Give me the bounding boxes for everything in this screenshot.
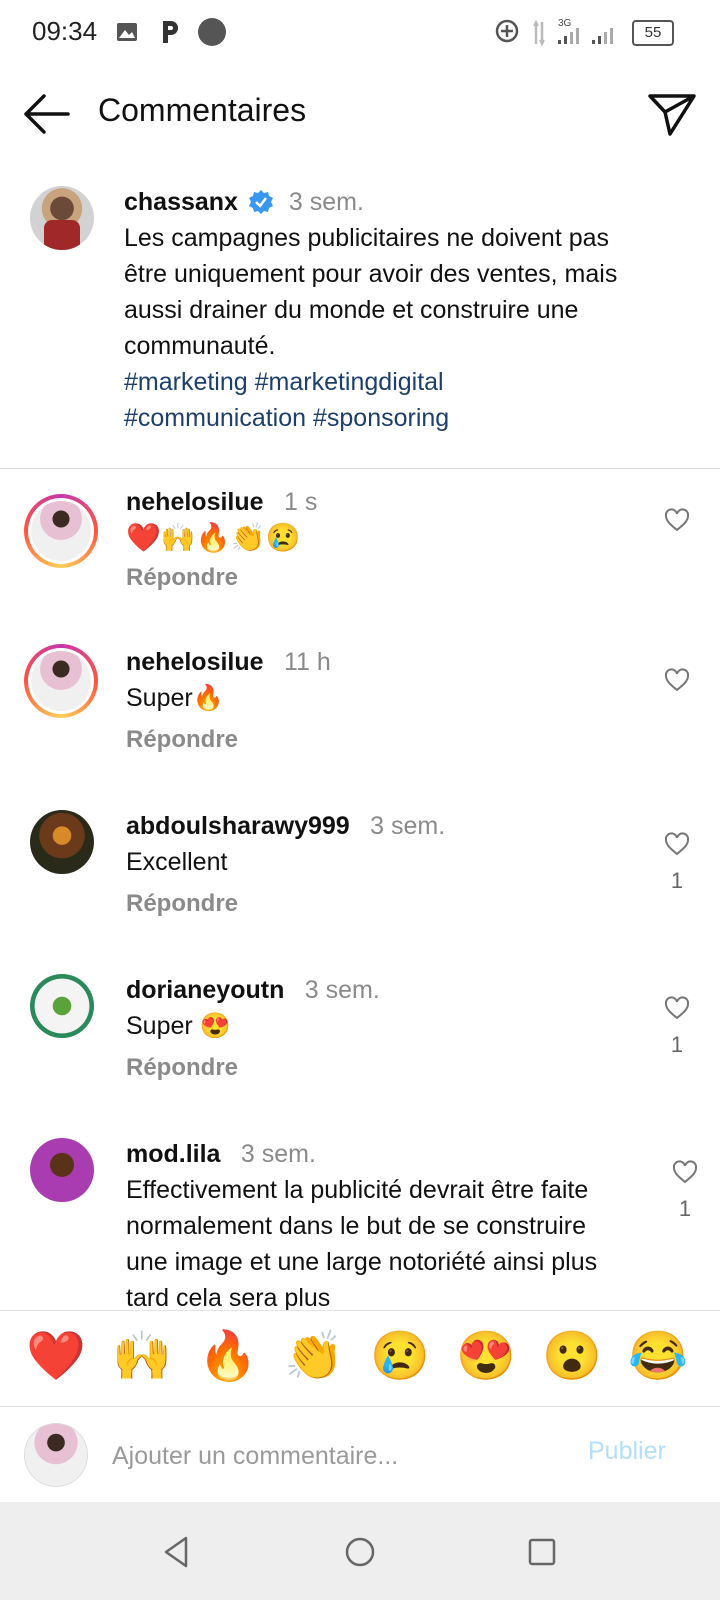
avatar[interactable] (30, 810, 94, 874)
comment-item: nehelosilue 11 h Super🔥 Répondre (0, 634, 720, 798)
caption-username[interactable]: chassanx (124, 188, 238, 216)
emoji-clapping[interactable]: 👏 (280, 1327, 348, 1387)
comment-time: 1 s (284, 488, 318, 516)
comment-item: mod.lila 3 sem. Effectivement la publici… (0, 1126, 720, 1310)
comment-list[interactable]: nehelosilue 1 s ❤️🙌🔥👏😢 Répondre nehelosi… (0, 470, 720, 1310)
caption-header: chassanx 3 sem. (124, 184, 364, 220)
story-ring[interactable] (24, 494, 98, 568)
emoji-raised-hands[interactable]: 🙌 (108, 1327, 176, 1387)
avatar-jacket (44, 220, 80, 250)
page-title: Commentaires (98, 92, 307, 128)
comment-header: nehelosilue 1 s (126, 484, 317, 524)
emoji-laughing[interactable]: 😂 (624, 1327, 692, 1387)
verified-badge-icon (249, 190, 274, 214)
comment-time: 11 h (284, 648, 331, 676)
like-count[interactable]: 1 (675, 1196, 695, 1222)
reply-button[interactable]: Répondre (126, 726, 238, 754)
send-direct-icon[interactable] (646, 90, 698, 138)
emoji-heart[interactable]: ❤️ (22, 1327, 90, 1387)
emoji-quick-bar: ❤️ 🙌 🔥 👏 😢 😍 😮 😂 (0, 1310, 720, 1407)
nav-home-icon[interactable] (340, 1532, 380, 1572)
parking-notification-icon (163, 21, 178, 43)
comment-text: ❤️🙌🔥👏😢 (126, 522, 301, 553)
emoji-surprised[interactable]: 😮 (538, 1327, 606, 1387)
publish-button[interactable]: Publier (588, 1437, 666, 1466)
divider (0, 468, 720, 469)
comment-text: Super🔥 (126, 684, 224, 712)
network-type: 3G (558, 18, 572, 29)
top-app-bar: Commentaires (0, 70, 720, 160)
signal-icon: 3G (533, 18, 613, 47)
like-heart-icon[interactable] (664, 508, 690, 532)
reply-button[interactable]: Répondre (126, 890, 238, 918)
comment-username[interactable]: mod.lila (126, 1140, 220, 1168)
dot-notification-icon (198, 18, 226, 46)
comment-time: 3 sem. (370, 812, 446, 840)
comment-username[interactable]: nehelosilue (126, 488, 264, 516)
gallery-notification-icon (117, 23, 137, 41)
avatar (31, 651, 91, 711)
status-bar: 09:34 3G 55 (0, 0, 720, 66)
comment-header: dorianeyoutn 3 sem. (126, 972, 380, 1012)
avatar (24, 1423, 88, 1487)
comment-input[interactable] (110, 1433, 544, 1479)
comment-item: abdoulsharawy999 3 sem. Excellent Répond… (0, 798, 720, 962)
story-ring[interactable] (24, 644, 98, 718)
comment-text: Effectivement la publicité devrait être … (126, 1176, 598, 1310)
comment-item: dorianeyoutn 3 sem. Super 😍 Répondre 1 (0, 962, 720, 1126)
nav-back-icon[interactable] (158, 1532, 198, 1572)
avatar[interactable] (30, 974, 94, 1038)
caption-body: Les campagnes publicitaires ne doivent p… (124, 220, 624, 436)
like-heart-icon[interactable] (664, 996, 690, 1020)
data-saver-icon (495, 19, 519, 43)
comment-username[interactable]: nehelosilue (126, 648, 264, 676)
emoji-heart-eyes[interactable]: 😍 (452, 1327, 520, 1387)
comment-username[interactable]: dorianeyoutn (126, 976, 284, 1004)
avatar[interactable] (30, 1138, 94, 1202)
like-heart-icon[interactable] (672, 1160, 698, 1184)
post-caption: chassanx 3 sem. Les campagnes publicitai… (0, 170, 720, 468)
like-heart-icon[interactable] (664, 832, 690, 856)
caption-text: Les campagnes publicitaires ne doivent p… (124, 224, 618, 360)
comment-text: Excellent (126, 848, 228, 876)
comment-username[interactable]: abdoulsharawy999 (126, 812, 350, 840)
comment-text: Super 😍 (126, 1012, 231, 1040)
battery-icon: 55 (632, 20, 674, 46)
story-ring-inner (28, 498, 94, 564)
emoji-crying[interactable]: 😢 (366, 1327, 434, 1387)
status-time: 09:34 (32, 16, 98, 46)
like-count[interactable]: 1 (667, 868, 687, 894)
reply-button[interactable]: Répondre (126, 564, 238, 592)
back-arrow-icon[interactable] (22, 90, 74, 138)
reply-button[interactable]: Répondre (126, 1054, 238, 1082)
caption-time: 3 sem. (288, 188, 364, 216)
comment-time: 3 sem. (304, 976, 380, 1004)
comment-time: 3 sem. (240, 1140, 316, 1168)
caption-hashtags-line2[interactable]: #communication #sponsoring (124, 400, 624, 436)
story-ring-inner (28, 648, 94, 714)
avatar[interactable] (30, 186, 94, 250)
avatar (31, 501, 91, 561)
caption-hashtags-line1[interactable]: #marketing #marketingdigital (124, 364, 624, 400)
like-count[interactable]: 1 (667, 1032, 687, 1058)
like-heart-icon[interactable] (664, 668, 690, 692)
comment-composer: Publier (0, 1406, 720, 1503)
nav-recents-icon[interactable] (522, 1532, 562, 1572)
comment-header: abdoulsharawy999 3 sem. (126, 808, 445, 848)
emoji-fire[interactable]: 🔥 (194, 1327, 262, 1387)
system-nav-bar (0, 1502, 720, 1600)
comment-header: nehelosilue 11 h (126, 644, 331, 684)
comment-header: mod.lila 3 sem. (126, 1136, 316, 1176)
comment-item: nehelosilue 1 s ❤️🙌🔥👏😢 Répondre (0, 470, 720, 634)
